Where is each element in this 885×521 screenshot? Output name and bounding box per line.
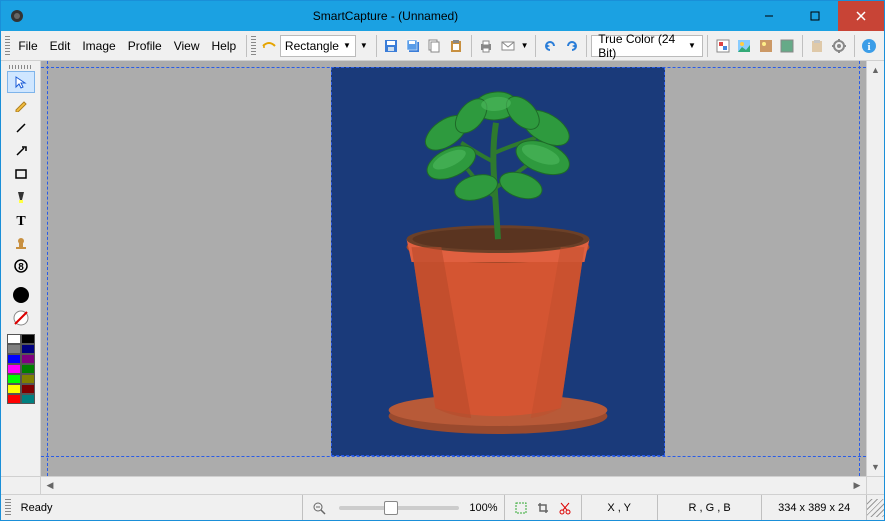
menu-edit[interactable]: Edit — [44, 35, 77, 57]
toolbar-grip[interactable] — [251, 36, 256, 56]
palette-swatch[interactable] — [21, 354, 35, 364]
status-dims: 334 x 389 x 24 — [762, 495, 867, 520]
tool-rectangle[interactable] — [7, 163, 35, 185]
svg-text:i: i — [868, 41, 871, 53]
status-rgb: R , G , B — [658, 495, 763, 520]
tool-highlight[interactable] — [7, 186, 35, 208]
palette-swatch[interactable] — [7, 374, 21, 384]
tool-pencil[interactable] — [7, 94, 35, 116]
save-all-icon[interactable] — [402, 34, 424, 58]
print-icon[interactable] — [476, 34, 498, 58]
resize-grip[interactable] — [867, 499, 884, 517]
chevron-down-icon: ▼ — [688, 41, 696, 50]
palette-swatch[interactable] — [7, 364, 21, 374]
scroll-up-icon[interactable]: ▲ — [867, 61, 884, 79]
palette-swatch[interactable] — [7, 354, 21, 364]
tool-stamp[interactable] — [7, 232, 35, 254]
minimize-button[interactable] — [746, 1, 792, 31]
effect-3-icon[interactable] — [755, 34, 777, 58]
status-xy: X , Y — [582, 495, 658, 520]
settings-icon[interactable] — [828, 34, 850, 58]
color-palette[interactable] — [7, 334, 35, 404]
capture-icon[interactable] — [258, 34, 280, 58]
toolbar-grip[interactable] — [5, 36, 10, 56]
canvas-area[interactable] — [41, 61, 866, 476]
capture-mode-dropdown[interactable]: Rectangle ▼ — [280, 35, 356, 57]
toolbox-grip[interactable] — [9, 65, 33, 69]
zoom-value: 100% — [469, 502, 497, 514]
status-bar: Ready 100% X , Y R , G , B 334 x 389 x 2… — [1, 494, 884, 520]
palette-swatch[interactable] — [21, 344, 35, 354]
effect-1-icon[interactable] — [712, 34, 734, 58]
fit-icon[interactable] — [511, 499, 531, 517]
svg-text:T: T — [16, 214, 26, 227]
tool-select[interactable] — [7, 71, 35, 93]
menu-image[interactable]: Image — [76, 35, 121, 57]
clipboard-manager-icon[interactable] — [807, 34, 829, 58]
menu-profile[interactable]: Profile — [122, 35, 168, 57]
paste-icon[interactable] — [445, 34, 467, 58]
color-depth-dropdown[interactable]: True Color (24 Bit) ▼ — [591, 35, 703, 57]
scroll-left-icon[interactable]: ◀ — [41, 477, 59, 494]
copy-icon[interactable] — [424, 34, 446, 58]
captured-image[interactable] — [331, 67, 665, 456]
palette-swatch[interactable] — [21, 384, 35, 394]
tool-arrow[interactable] — [7, 140, 35, 162]
maximize-button[interactable] — [792, 1, 838, 31]
menu-view[interactable]: View — [168, 35, 206, 57]
effect-4-icon[interactable] — [776, 34, 798, 58]
tool-number[interactable]: 8 — [7, 255, 35, 277]
palette-swatch[interactable] — [7, 384, 21, 394]
scroll-down-icon[interactable]: ▼ — [867, 458, 884, 476]
statusbar-grip[interactable] — [5, 499, 11, 517]
foreground-color[interactable] — [7, 284, 35, 306]
close-button[interactable] — [838, 1, 884, 31]
scroll-right-icon[interactable]: ▶ — [848, 477, 866, 494]
window-title: SmartCapture - (Unnamed) — [25, 9, 746, 23]
vertical-scrollbar[interactable]: ▲ ▼ — [866, 61, 884, 476]
mail-dropdown[interactable]: ▼ — [519, 41, 531, 50]
palette-swatch[interactable] — [21, 394, 35, 404]
zoom-slider[interactable] — [339, 506, 459, 510]
crop-icon[interactable] — [533, 499, 553, 517]
tool-line[interactable] — [7, 117, 35, 139]
capture-mode-label: Rectangle — [285, 39, 339, 53]
save-icon[interactable] — [381, 34, 403, 58]
horizontal-scrollbar[interactable]: ◀ ▶ — [1, 476, 884, 494]
palette-swatch[interactable] — [7, 394, 21, 404]
menu-file[interactable]: File — [12, 35, 43, 57]
plant-image — [332, 68, 664, 455]
app-icon — [9, 8, 25, 24]
palette-swatch[interactable] — [7, 344, 21, 354]
palette-swatch[interactable] — [21, 334, 35, 344]
redo-icon[interactable] — [561, 34, 583, 58]
effect-2-icon[interactable] — [733, 34, 755, 58]
mail-icon[interactable] — [497, 34, 519, 58]
zoom-out-icon[interactable] — [309, 499, 329, 517]
svg-text:8: 8 — [18, 262, 24, 273]
chevron-down-icon: ▼ — [343, 41, 351, 50]
menu-bar: File Edit Image Profile View Help Rectan… — [1, 31, 884, 61]
toolbox: T 8 — [1, 61, 41, 476]
palette-swatch[interactable] — [21, 364, 35, 374]
menu-help[interactable]: Help — [206, 35, 243, 57]
title-bar: SmartCapture - (Unnamed) — [1, 1, 884, 31]
status-text: Ready — [15, 495, 304, 520]
no-color[interactable] — [7, 307, 35, 329]
tool-text[interactable]: T — [7, 209, 35, 231]
capture-split-dropdown[interactable]: ▼ — [356, 41, 372, 50]
palette-swatch[interactable] — [7, 334, 21, 344]
undo-icon[interactable] — [539, 34, 561, 58]
info-icon[interactable]: i — [859, 34, 881, 58]
palette-swatch[interactable] — [21, 374, 35, 384]
cut-icon[interactable] — [555, 499, 575, 517]
color-depth-label: True Color (24 Bit) — [598, 32, 684, 60]
